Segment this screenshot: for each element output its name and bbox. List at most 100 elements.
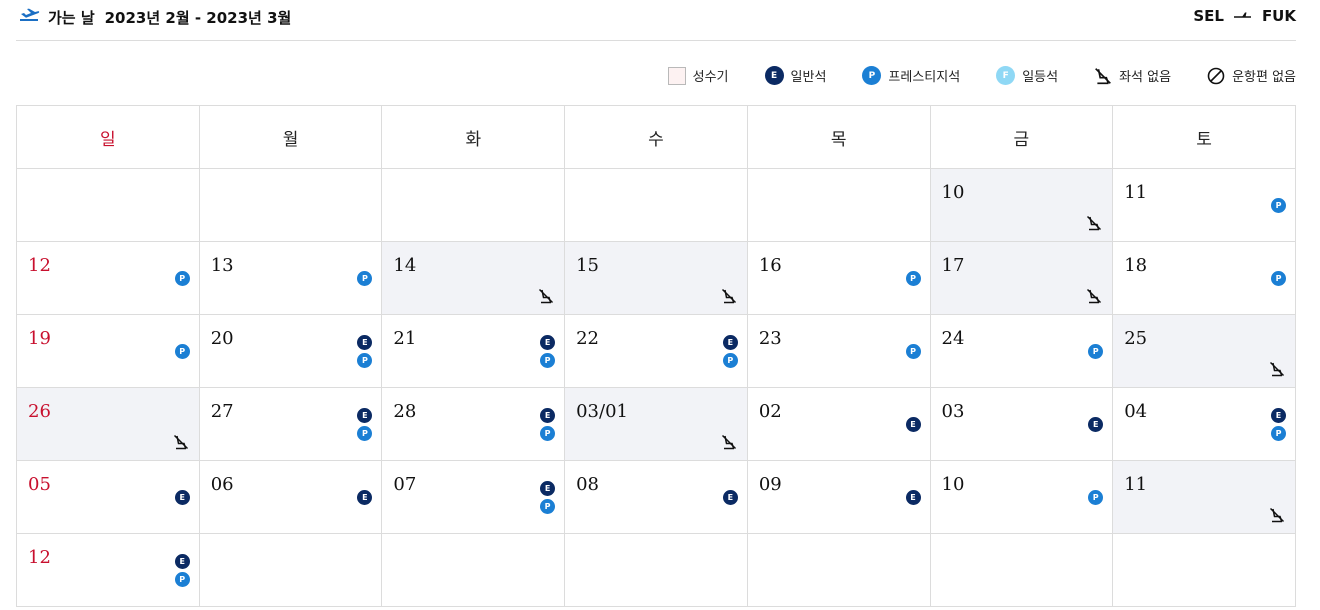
day-number: 04 <box>1124 401 1148 422</box>
calendar-day-cell[interactable]: 19 P <box>16 314 200 388</box>
calendar-day-cell[interactable]: 10 P <box>929 460 1114 534</box>
calendar-day-cell[interactable]: 17 <box>929 241 1114 315</box>
class-availability: EP <box>540 408 556 444</box>
day-number: 22 <box>576 328 600 349</box>
airplane-departure-icon <box>20 8 40 21</box>
legend-first-label: 일등석 <box>1022 70 1059 85</box>
economy-badge: E <box>722 490 738 505</box>
day-number: 13 <box>210 255 234 276</box>
economy-badge: E <box>1271 408 1286 423</box>
calendar-day-cell[interactable]: 20 E P <box>198 314 383 388</box>
calendar-day-cell[interactable]: 08 E <box>564 460 748 534</box>
route-airplane-icon <box>1233 12 1251 18</box>
weekday-sun: 일 <box>16 105 200 169</box>
day-number: 10 <box>941 182 965 203</box>
class-availability: EP <box>174 554 190 590</box>
calendar-day-cell[interactable]: 12 P <box>16 241 200 315</box>
calendar-day-cell[interactable]: 22 E P <box>564 314 748 388</box>
prestige-badge: P <box>174 572 190 587</box>
calendar-day-cell[interactable]: 04 E P <box>1112 387 1296 461</box>
calendar-day-cell[interactable]: 05 E <box>16 460 200 534</box>
weekday-thu: 목 <box>746 105 931 169</box>
calendar-week-row: 26 27 E P 28 E P 03/01 02 E 03 E 04 E P <box>16 387 1296 461</box>
day-number: 15 <box>576 255 600 276</box>
prestige-badge: P <box>905 344 921 359</box>
calendar-empty-cell <box>381 533 566 607</box>
prestige-badge: P <box>1271 426 1286 441</box>
prestige-badge: P <box>357 426 373 441</box>
calendar-day-cell[interactable]: 12 E P <box>16 533 200 607</box>
calendar-day-cell[interactable]: 25 <box>1112 314 1296 388</box>
calendar-empty-cell <box>381 168 566 242</box>
calendar-day-cell[interactable]: 13 P <box>198 241 383 315</box>
calendar-day-cell[interactable]: 06 E <box>198 460 383 534</box>
calendar-day-cell[interactable]: 07 E P <box>381 460 566 534</box>
calendar-day-cell[interactable]: 11 <box>1112 460 1296 534</box>
calendar-day-cell[interactable]: 27 E P <box>198 387 383 461</box>
no-seat-icon <box>173 434 188 450</box>
day-number: 20 <box>210 328 234 349</box>
calendar-day-cell[interactable]: 28 E P <box>381 387 566 461</box>
class-availability: P <box>174 335 190 362</box>
calendar-day-cell[interactable]: 15 <box>564 241 748 315</box>
economy-badge: E <box>357 335 373 350</box>
class-availability: P <box>905 262 921 289</box>
weekday-tue: 화 <box>381 105 566 169</box>
economy-badge: E <box>357 490 373 505</box>
prestige-badge: P <box>174 271 190 286</box>
calendar-day-cell[interactable]: 14 <box>381 241 566 315</box>
class-availability: E <box>722 481 738 508</box>
calendar-week-row: 12 E P <box>16 533 1296 607</box>
class-availability: P <box>174 262 190 289</box>
calendar-week-row: 19 P 20 E P 21 E P 22 E P 23 P 24 P 25 <box>16 314 1296 388</box>
calendar-day-cell[interactable]: 21 E P <box>381 314 566 388</box>
prestige-badge: P <box>357 271 373 286</box>
day-number: 02 <box>758 401 782 422</box>
day-number: 03/01 <box>576 401 628 422</box>
day-number: 12 <box>28 255 51 276</box>
class-availability: P <box>905 335 921 362</box>
weekday-wed: 수 <box>564 105 748 169</box>
destination-code: FUK <box>1261 7 1296 25</box>
calendar-day-cell[interactable]: 03/01 <box>564 387 748 461</box>
calendar-empty-cell <box>746 533 931 607</box>
class-availability: P <box>1271 262 1286 289</box>
prestige-badge: P <box>1271 271 1286 286</box>
economy-badge: E <box>540 408 556 423</box>
prestige-class-icon: P <box>862 66 882 85</box>
prestige-badge: P <box>1088 490 1104 505</box>
economy-badge: E <box>174 554 190 569</box>
day-number: 17 <box>941 255 965 276</box>
weekday-sat: 토 <box>1112 105 1296 169</box>
calendar-empty-cell <box>929 533 1114 607</box>
legend-prestige-label: 프레스티지석 <box>888 70 961 85</box>
day-number: 03 <box>941 401 965 422</box>
economy-badge: E <box>540 335 556 350</box>
calendar-day-cell[interactable]: 03 E <box>929 387 1114 461</box>
economy-badge: E <box>174 490 190 505</box>
trip-direction-label: 가는 날 <box>48 9 95 27</box>
calendar-day-cell[interactable]: 23 P <box>746 314 931 388</box>
no-seat-icon <box>721 434 736 450</box>
calendar-day-cell[interactable]: 10 <box>929 168 1114 242</box>
day-number: 06 <box>210 474 234 495</box>
weekday-mon: 월 <box>198 105 383 169</box>
economy-badge: E <box>540 481 556 496</box>
calendar-day-cell[interactable]: 02 E <box>746 387 931 461</box>
legend-no-seat: 좌석 없음 <box>1094 66 1171 85</box>
calendar-empty-cell <box>564 168 748 242</box>
calendar-day-cell[interactable]: 16 P <box>746 241 931 315</box>
class-availability: P <box>1088 481 1104 508</box>
day-number: 08 <box>576 474 600 495</box>
prestige-badge: P <box>174 344 190 359</box>
calendar-day-cell[interactable]: 11 P <box>1112 168 1296 242</box>
calendar-day-cell[interactable]: 24 P <box>929 314 1114 388</box>
no-seat-icon <box>1269 361 1285 377</box>
calendar-day-cell[interactable]: 09 E <box>746 460 931 534</box>
prestige-badge: P <box>540 499 556 514</box>
legend-economy: E 일반석 <box>764 66 826 85</box>
calendar-day-cell[interactable]: 26 <box>16 387 200 461</box>
class-availability: EP <box>540 335 556 371</box>
calendar-day-cell[interactable]: 18 P <box>1112 241 1296 315</box>
calendar-header: 가는 날 2023년 2월 - 2023년 3월 SEL FUK <box>16 0 1296 41</box>
